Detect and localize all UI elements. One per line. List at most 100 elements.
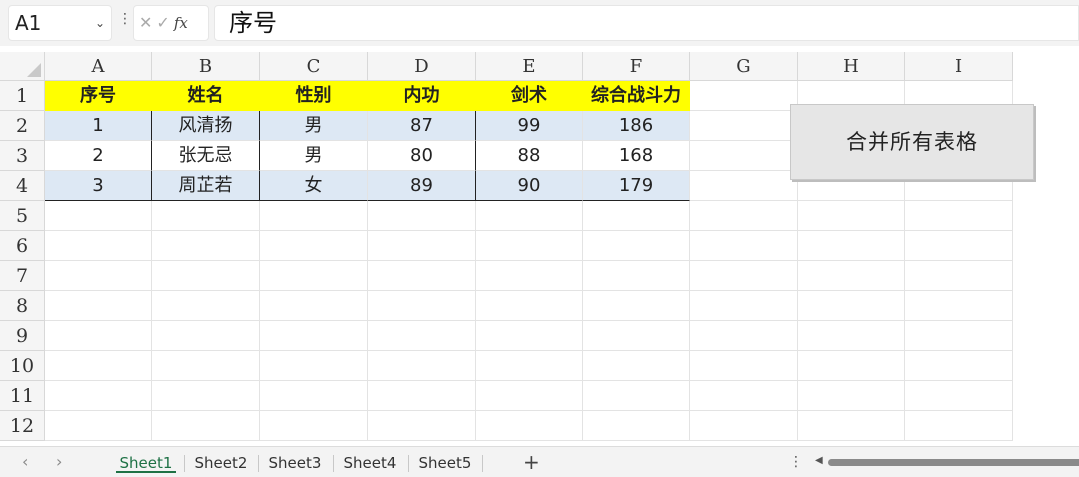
cell-e12[interactable] bbox=[476, 411, 583, 441]
cell-d10[interactable] bbox=[368, 351, 476, 381]
row-header-7[interactable]: 7 bbox=[0, 261, 45, 291]
cell-d12[interactable] bbox=[368, 411, 476, 441]
cell-d9[interactable] bbox=[368, 321, 476, 351]
cell-a11[interactable] bbox=[45, 381, 152, 411]
sheet-tab-sheet4[interactable]: Sheet4 bbox=[337, 453, 403, 473]
cell-a9[interactable] bbox=[45, 321, 152, 351]
cell-b6[interactable] bbox=[152, 231, 260, 261]
sheet-tab-sheet3[interactable]: Sheet3 bbox=[262, 453, 328, 473]
table-header-cell[interactable]: 性别 bbox=[260, 81, 368, 111]
cell-g8[interactable] bbox=[690, 291, 798, 321]
table-cell[interactable]: 周芷若 bbox=[152, 171, 260, 201]
column-header-e[interactable]: E bbox=[476, 52, 583, 81]
table-cell[interactable]: 80 bbox=[368, 141, 476, 171]
cell-c11[interactable] bbox=[260, 381, 368, 411]
cell-a10[interactable] bbox=[45, 351, 152, 381]
table-header-cell[interactable]: 剑术 bbox=[476, 81, 583, 111]
row-header-8[interactable]: 8 bbox=[0, 291, 45, 321]
cell-g5[interactable] bbox=[690, 201, 798, 231]
sheet-tab-sheet5[interactable]: Sheet5 bbox=[412, 453, 478, 473]
enter-icon[interactable]: ✓ bbox=[156, 13, 173, 32]
horizontal-scrollbar[interactable] bbox=[828, 459, 1079, 466]
table-header-cell[interactable]: 综合战斗力 bbox=[583, 81, 690, 111]
column-header-g[interactable]: G bbox=[690, 52, 798, 81]
cell-b8[interactable] bbox=[152, 291, 260, 321]
row-header-11[interactable]: 11 bbox=[0, 381, 45, 411]
column-header-d[interactable]: D bbox=[368, 52, 476, 81]
cell-e7[interactable] bbox=[476, 261, 583, 291]
table-cell[interactable]: 186 bbox=[583, 111, 690, 141]
cell-g3[interactable] bbox=[690, 141, 798, 171]
cell-f10[interactable] bbox=[583, 351, 690, 381]
chevron-down-icon[interactable]: ⌄ bbox=[95, 6, 105, 40]
cancel-icon[interactable]: ✕ bbox=[139, 13, 156, 32]
cell-g10[interactable] bbox=[690, 351, 798, 381]
cell-e6[interactable] bbox=[476, 231, 583, 261]
cell-f9[interactable] bbox=[583, 321, 690, 351]
table-cell[interactable]: 女 bbox=[260, 171, 368, 201]
row-header-3[interactable]: 3 bbox=[0, 141, 45, 171]
cell-a12[interactable] bbox=[45, 411, 152, 441]
cell-h7[interactable] bbox=[798, 261, 905, 291]
table-cell[interactable]: 168 bbox=[583, 141, 690, 171]
table-cell[interactable]: 男 bbox=[260, 111, 368, 141]
column-header-b[interactable]: B bbox=[152, 52, 260, 81]
cell-b11[interactable] bbox=[152, 381, 260, 411]
cell-d11[interactable] bbox=[368, 381, 476, 411]
table-cell[interactable]: 男 bbox=[260, 141, 368, 171]
cell-f7[interactable] bbox=[583, 261, 690, 291]
cell-i10[interactable] bbox=[905, 351, 1013, 381]
cell-c8[interactable] bbox=[260, 291, 368, 321]
row-header-5[interactable]: 5 bbox=[0, 201, 45, 231]
cell-a5[interactable] bbox=[45, 201, 152, 231]
cell-c5[interactable] bbox=[260, 201, 368, 231]
cell-i8[interactable] bbox=[905, 291, 1013, 321]
table-cell[interactable]: 179 bbox=[583, 171, 690, 201]
row-header-9[interactable]: 9 bbox=[0, 321, 45, 351]
row-header-2[interactable]: 2 bbox=[0, 111, 45, 141]
cell-h10[interactable] bbox=[798, 351, 905, 381]
cell-b9[interactable] bbox=[152, 321, 260, 351]
table-cell[interactable]: 2 bbox=[45, 141, 152, 171]
cell-f8[interactable] bbox=[583, 291, 690, 321]
cell-b7[interactable] bbox=[152, 261, 260, 291]
table-header-cell[interactable]: 姓名 bbox=[152, 81, 260, 111]
insert-function-icon[interactable]: fx bbox=[174, 14, 188, 32]
cell-g11[interactable] bbox=[690, 381, 798, 411]
cell-g6[interactable] bbox=[690, 231, 798, 261]
cell-i6[interactable] bbox=[905, 231, 1013, 261]
table-cell[interactable]: 87 bbox=[368, 111, 476, 141]
column-header-c[interactable]: C bbox=[260, 52, 368, 81]
table-cell[interactable]: 99 bbox=[476, 111, 583, 141]
cell-i7[interactable] bbox=[905, 261, 1013, 291]
cell-e11[interactable] bbox=[476, 381, 583, 411]
add-sheet-icon[interactable]: + bbox=[523, 450, 540, 474]
cell-i12[interactable] bbox=[905, 411, 1013, 441]
cell-b10[interactable] bbox=[152, 351, 260, 381]
table-cell[interactable]: 3 bbox=[45, 171, 152, 201]
cell-e9[interactable] bbox=[476, 321, 583, 351]
cell-i5[interactable] bbox=[905, 201, 1013, 231]
table-cell[interactable]: 88 bbox=[476, 141, 583, 171]
table-cell[interactable]: 89 bbox=[368, 171, 476, 201]
column-header-i[interactable]: I bbox=[905, 52, 1013, 81]
merge-all-tables-button[interactable]: 合并所有表格 bbox=[790, 104, 1034, 180]
cell-a6[interactable] bbox=[45, 231, 152, 261]
sheet-tab-sheet2[interactable]: Sheet2 bbox=[188, 453, 254, 473]
cell-c10[interactable] bbox=[260, 351, 368, 381]
column-header-h[interactable]: H bbox=[798, 52, 905, 81]
table-cell[interactable]: 90 bbox=[476, 171, 583, 201]
column-header-a[interactable]: A bbox=[45, 52, 152, 81]
formula-input[interactable]: 序号 bbox=[214, 5, 1079, 41]
table-cell[interactable]: 1 bbox=[45, 111, 152, 141]
cell-f5[interactable] bbox=[583, 201, 690, 231]
cell-f12[interactable] bbox=[583, 411, 690, 441]
select-all-corner[interactable] bbox=[0, 52, 45, 81]
cell-h6[interactable] bbox=[798, 231, 905, 261]
cell-h8[interactable] bbox=[798, 291, 905, 321]
table-cell[interactable]: 张无忌 bbox=[152, 141, 260, 171]
cell-g9[interactable] bbox=[690, 321, 798, 351]
cell-e10[interactable] bbox=[476, 351, 583, 381]
table-cell[interactable]: 风清扬 bbox=[152, 111, 260, 141]
cell-d8[interactable] bbox=[368, 291, 476, 321]
